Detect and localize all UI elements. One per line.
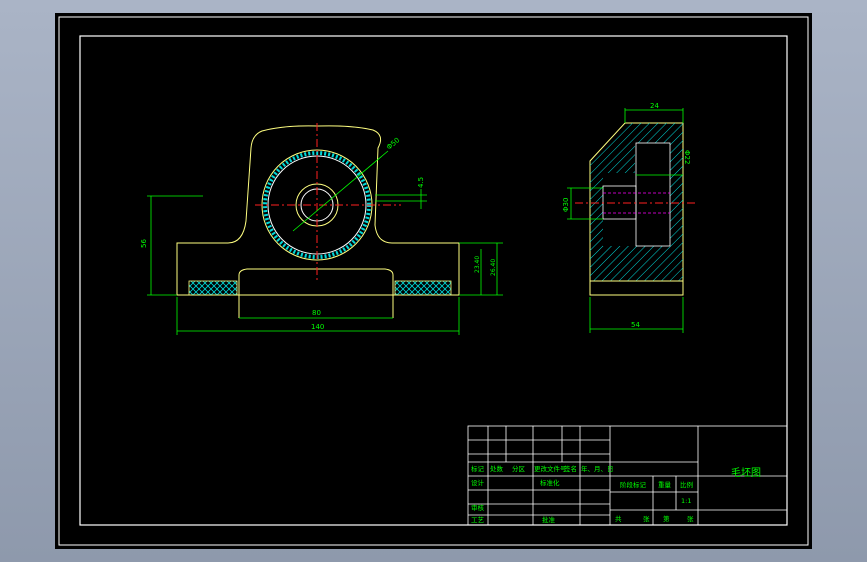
dim-side-bottom: 54 [631, 321, 640, 329]
right-foot-hatch [394, 280, 452, 296]
side-upper-hatch [590, 123, 683, 173]
label-sheet-total: 共 [615, 514, 622, 523]
header-date: 年、月、日 [581, 464, 614, 473]
label-sheet-no: 第 [663, 514, 670, 523]
label-weight: 重量 [658, 481, 672, 489]
header-signature: 签名 [564, 464, 577, 473]
header-change-doc: 更改文件号 [534, 464, 567, 473]
header-mark: 标记 [471, 464, 485, 473]
dim-offset: 4.5 [417, 177, 425, 188]
label-approve: 批准 [542, 515, 556, 524]
side-view: 24 Φ30 Φ22 54 [562, 102, 695, 333]
dim-total-width: 140 [311, 323, 324, 331]
label-review: 审核 [471, 503, 485, 512]
header-count: 处数 [490, 464, 504, 473]
value-scale: 1:1 [681, 497, 691, 505]
label-process: 工艺 [471, 516, 485, 524]
dim-bore-inner: Φ22 [683, 150, 691, 164]
label-scale: 比例 [680, 480, 693, 489]
side-bore-inner [635, 142, 671, 247]
drawing-title: 毛坯图 [731, 467, 761, 479]
dim-base-total: 26.40 [490, 259, 497, 276]
side-right-hatch [670, 143, 683, 246]
left-foot-hatch [188, 280, 238, 296]
dim-pad-width: 80 [312, 309, 321, 317]
dim-diameter-front: Φ50 [385, 136, 401, 151]
label-design: 设计 [471, 478, 485, 487]
label-standardize: 标准化 [540, 478, 560, 487]
dim-height: 56 [140, 239, 148, 248]
label-sheet-unit-1: 张 [643, 514, 650, 523]
label-stage-mark: 阶段标记 [620, 480, 647, 489]
side-lower-hatch [590, 246, 683, 281]
cad-drawing: Φ50 4.5 56 23.40 26.40 80 140 24 Φ30 Φ22… [58, 16, 809, 546]
dim-bore-outer: Φ30 [562, 198, 570, 212]
dim-base: 23.40 [474, 256, 481, 273]
front-view: Φ50 4.5 56 23.40 26.40 80 140 [140, 123, 503, 335]
header-zone: 分区 [512, 464, 526, 473]
label-sheet-unit-2: 张 [687, 514, 694, 523]
cad-viewport[interactable]: Φ50 4.5 56 23.40 26.40 80 140 24 Φ30 Φ22… [55, 13, 812, 549]
side-left-hatch [590, 173, 603, 246]
dim-side-top: 24 [650, 102, 659, 110]
